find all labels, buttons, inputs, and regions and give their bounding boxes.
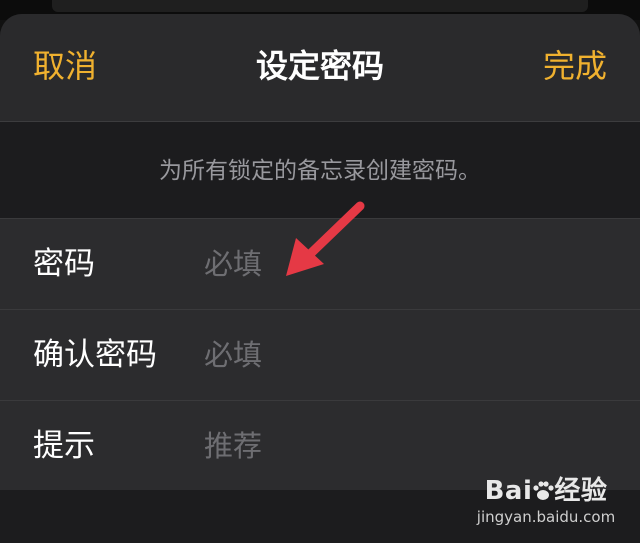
password-label: 密码 bbox=[33, 246, 95, 282]
confirm-password-label: 确认密码 bbox=[33, 337, 157, 373]
watermark-url: jingyan.baidu.com bbox=[476, 508, 616, 526]
paw-logo-icon bbox=[533, 481, 554, 500]
navigation-bar: 取消 设定密码 完成 bbox=[0, 14, 640, 122]
description-text: 为所有锁定的备忘录创建密码。 bbox=[159, 158, 481, 184]
password-input[interactable] bbox=[204, 241, 604, 287]
settings-screen: 取消 设定密码 完成 为所有锁定的备忘录创建密码。 密码 确认密码 提示 推荐 … bbox=[0, 0, 640, 543]
hint-label: 提示 bbox=[33, 428, 95, 464]
done-button[interactable]: 完成 bbox=[543, 44, 607, 88]
baidu-jingyan-watermark: Bai 经验 jingyan.baidu.com bbox=[476, 475, 616, 533]
confirm-password-input[interactable] bbox=[204, 332, 604, 378]
confirm-password-row: 确认密码 bbox=[0, 310, 640, 401]
watermark-brand: Bai 经验 bbox=[484, 476, 608, 506]
underlying-sheet bbox=[52, 0, 588, 12]
hint-input[interactable] bbox=[204, 423, 604, 469]
annotation-arrow-icon bbox=[286, 201, 365, 276]
set-password-sheet: 取消 设定密码 完成 为所有锁定的备忘录创建密码。 密码 确认密码 提示 推荐 … bbox=[0, 14, 640, 543]
